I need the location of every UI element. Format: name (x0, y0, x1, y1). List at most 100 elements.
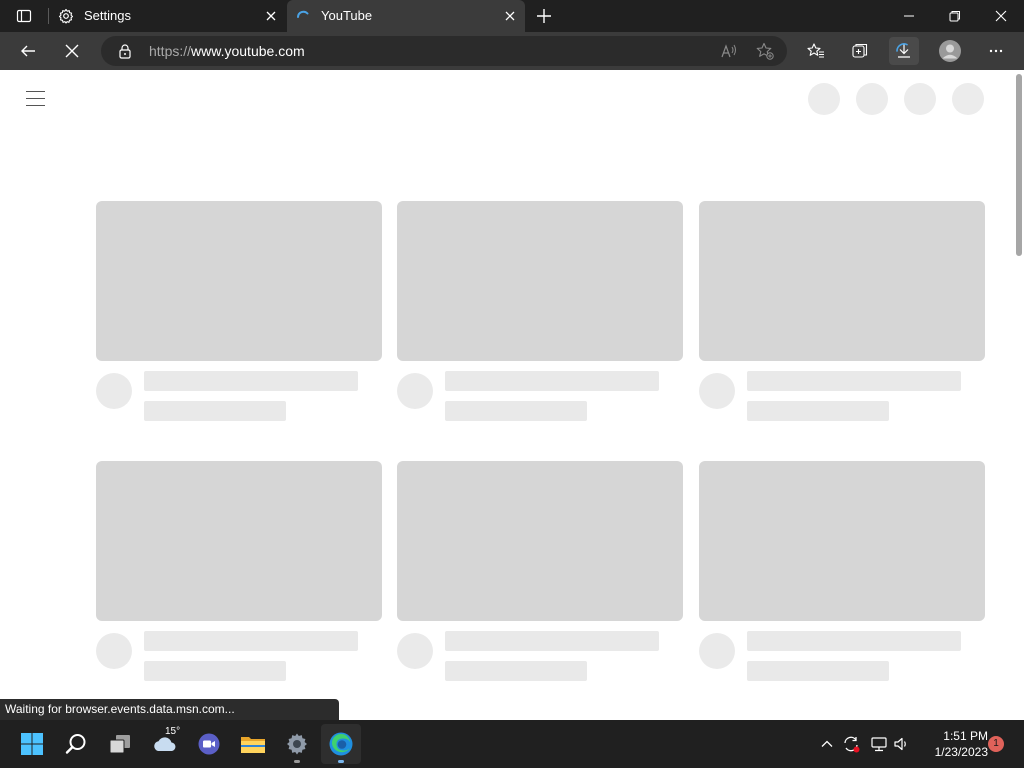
screen: Settings YouTube https://www.youtube.com… (0, 0, 1024, 768)
close-icon (995, 10, 1007, 22)
read-aloud-icon (721, 44, 736, 58)
address-bar[interactable]: https://www.youtube.com (101, 36, 787, 66)
avatar-placeholder (96, 633, 132, 669)
video-card-placeholder (96, 461, 382, 687)
video-card-placeholder (397, 201, 683, 427)
windows-start-icon (21, 733, 43, 755)
scrollbar-thumb[interactable] (1016, 74, 1022, 256)
title-placeholder (144, 631, 358, 651)
browser-toolbar: https://www.youtube.com (0, 32, 1024, 70)
back-button[interactable] (13, 37, 43, 65)
close-tab-icon[interactable] (503, 9, 517, 23)
close-tab-icon[interactable] (264, 9, 278, 23)
close-window-button[interactable] (978, 0, 1024, 32)
meta-placeholder (144, 401, 286, 421)
collections-icon (852, 43, 868, 58)
edge-browser-button[interactable] (321, 724, 361, 764)
url-scheme: https:// (149, 43, 192, 59)
sync-icon (844, 736, 860, 753)
tab-actions-menu-button[interactable] (8, 5, 40, 27)
title-placeholder (144, 371, 358, 391)
collections-button[interactable] (845, 37, 875, 65)
plus-icon[interactable] (533, 5, 555, 27)
search-button[interactable] (56, 724, 96, 764)
profile-button[interactable] (935, 37, 965, 65)
more-menu-button[interactable] (981, 37, 1011, 65)
sync-status-button[interactable] (841, 734, 861, 754)
tab-title: YouTube (321, 8, 373, 23)
network-icon (871, 737, 887, 752)
tab-settings[interactable]: Settings (50, 0, 286, 32)
thumbnail-placeholder (96, 201, 382, 361)
favorites-button[interactable] (801, 37, 831, 65)
thumbnail-placeholder (397, 201, 683, 361)
header-placeholder (856, 83, 888, 115)
network-button[interactable] (869, 734, 889, 754)
file-explorer-button[interactable] (233, 724, 273, 764)
browser-tab-strip: Settings YouTube (0, 0, 1024, 32)
tab-youtube[interactable]: YouTube (287, 0, 525, 32)
header-placeholder (904, 83, 936, 115)
header-placeholder (952, 83, 984, 115)
favorites-icon (807, 43, 824, 58)
downloads-icon (896, 43, 910, 58)
video-card-placeholder (96, 201, 382, 427)
notification-badge[interactable]: 1 (988, 736, 1004, 752)
avatar-placeholder (397, 633, 433, 669)
volume-icon (894, 737, 906, 751)
edge-browser-icon (329, 732, 353, 756)
downloads-button[interactable] (889, 37, 919, 65)
volume-button[interactable] (892, 734, 912, 754)
restore-button[interactable] (932, 0, 978, 32)
taskbar-clock[interactable]: 1:51 PM 1/23/2023 (918, 728, 988, 760)
task-view-button[interactable] (100, 724, 140, 764)
weather-widget-button[interactable]: 15° (145, 724, 185, 764)
status-bubble: Waiting for browser.events.data.msn.com.… (0, 699, 339, 720)
teams-chat-icon (198, 733, 220, 755)
thumbnail-placeholder (699, 461, 985, 621)
clock-date: 1/23/2023 (934, 745, 988, 759)
stop-loading-button[interactable] (57, 37, 87, 65)
chevron-up-icon (821, 740, 833, 747)
teams-chat-button[interactable] (189, 724, 229, 764)
minimize-button[interactable] (886, 0, 932, 32)
file-explorer-icon (241, 737, 265, 753)
add-favorite-button[interactable] (753, 40, 777, 62)
task-view-icon (109, 735, 130, 754)
settings-app-button[interactable] (277, 724, 317, 764)
restore-icon (949, 11, 960, 22)
profile-icon (939, 40, 961, 62)
search-icon (65, 734, 86, 754)
settings-gear-icon (287, 733, 307, 755)
start-button[interactable] (12, 724, 52, 764)
read-aloud-button[interactable] (717, 40, 741, 62)
running-indicator (294, 760, 300, 763)
avatar-placeholder (699, 373, 735, 409)
lock-icon[interactable] (117, 43, 133, 59)
tab-divider (48, 8, 49, 24)
windows-taskbar: 15° 1:51 PM 1/23/2023 1 (0, 720, 1024, 768)
page-scrollbar[interactable] (1012, 70, 1024, 720)
thumbnail-placeholder (699, 201, 985, 361)
avatar-placeholder (397, 373, 433, 409)
avatar-placeholder (96, 373, 132, 409)
clock-time: 1:51 PM (943, 729, 988, 743)
back-arrow-icon (21, 45, 35, 57)
title-placeholder (747, 371, 961, 391)
meta-placeholder (144, 661, 286, 681)
running-indicator (338, 760, 344, 763)
hamburger-menu-icon[interactable] (24, 88, 48, 108)
meta-placeholder (747, 661, 889, 681)
stop-loading-icon (65, 44, 79, 58)
video-card-placeholder (397, 461, 683, 687)
youtube-page-loading (0, 70, 1024, 720)
title-placeholder (747, 631, 961, 651)
tab-title: Settings (84, 8, 131, 23)
title-placeholder (445, 371, 659, 391)
weather-temperature: 15° (165, 726, 181, 737)
avatar-placeholder (699, 633, 735, 669)
address-url[interactable]: https://www.youtube.com (149, 43, 305, 59)
meta-placeholder (445, 661, 587, 681)
show-hidden-icons-button[interactable] (817, 734, 837, 754)
gear-icon (58, 8, 74, 24)
